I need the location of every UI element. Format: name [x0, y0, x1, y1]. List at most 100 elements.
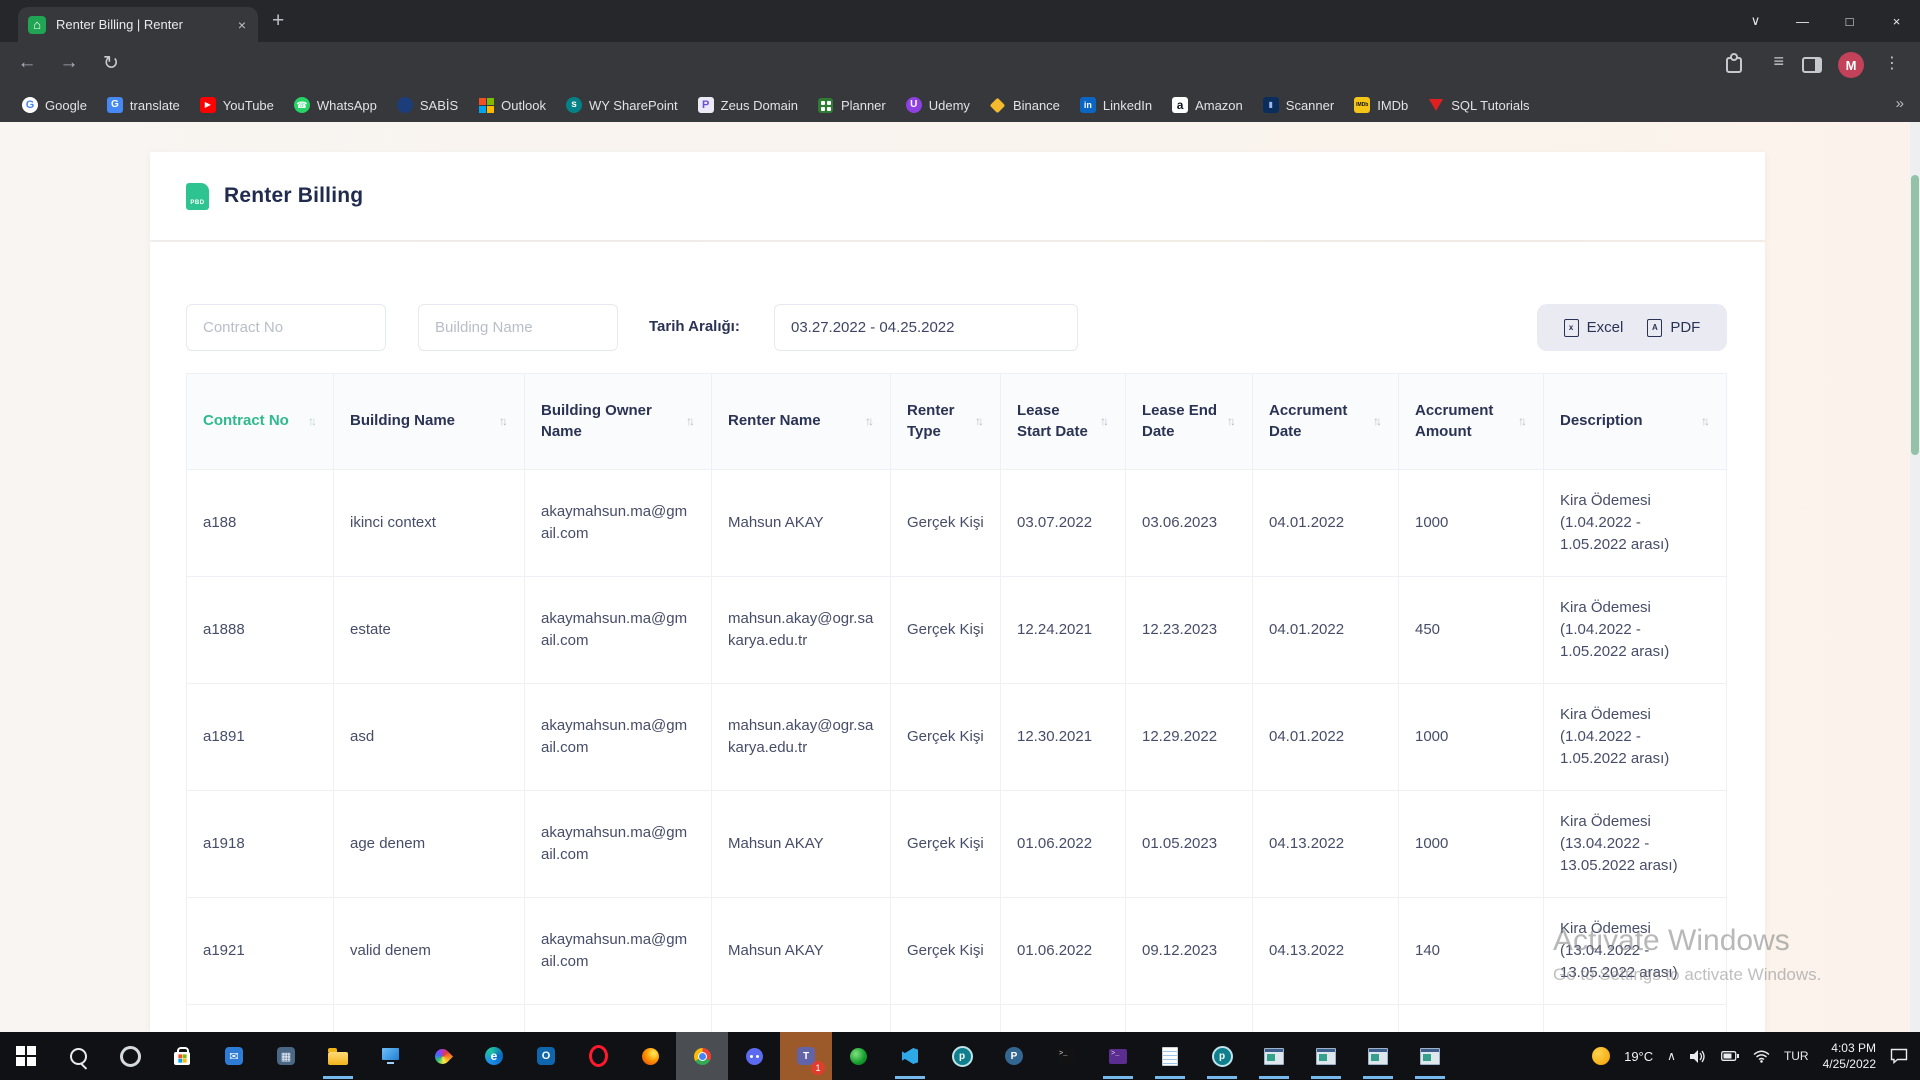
app-window-icon-1[interactable] — [1248, 1032, 1300, 1080]
clock[interactable]: 4:03 PM 4/25/2022 — [1823, 1040, 1876, 1072]
bookmark-sql-tutorials[interactable]: SQL Tutorials — [1418, 94, 1539, 116]
language-indicator[interactable]: TUR — [1784, 1049, 1809, 1063]
bookmark-planner[interactable]: Planner — [808, 94, 896, 116]
bookmark-zeus-domain[interactable]: PZeus Domain — [688, 94, 808, 116]
pgadmin4-icon[interactable]: p — [1196, 1032, 1248, 1080]
building-name-input[interactable] — [418, 304, 618, 351]
weather-temperature[interactable]: 19°C — [1624, 1049, 1653, 1064]
bookmark-udemy[interactable]: UUdemy — [896, 94, 980, 116]
action-center-icon[interactable] — [1890, 1048, 1908, 1064]
page-scrollbar[interactable] — [1910, 122, 1920, 1032]
page-title: Renter Billing — [224, 184, 363, 208]
idm-icon[interactable] — [832, 1032, 884, 1080]
bookmark-linkedin[interactable]: inLinkedIn — [1070, 94, 1162, 116]
store-icon[interactable] — [156, 1032, 208, 1080]
file-explorer-icon[interactable] — [312, 1032, 364, 1080]
bookmark-youtube[interactable]: ▶YouTube — [190, 94, 284, 116]
sort-arrows-icon[interactable]: ↑↓ — [1373, 413, 1382, 429]
bookmark-wy-sharepoint[interactable]: sWY SharePoint — [556, 94, 688, 116]
bookmark-sabi-s[interactable]: SABİS — [387, 94, 468, 116]
browser-tab[interactable]: ⌂ Renter Billing | Renter × — [18, 7, 258, 42]
tab-list-icon[interactable]: ≡ — [1773, 51, 1784, 72]
sort-arrows-icon[interactable]: ↑↓ — [1227, 413, 1236, 429]
tab-search-chevron-icon[interactable]: ∨ — [1732, 0, 1779, 42]
bookmark-whatsapp[interactable]: ☎WhatsApp — [284, 94, 387, 116]
column-header-accrument-date[interactable]: Accrument Date↑↓ — [1253, 374, 1399, 470]
forward-button[interactable]: → — [56, 52, 82, 74]
chrome-icon[interactable] — [676, 1032, 728, 1080]
cmd-terminal-icon[interactable]: >_ — [1040, 1032, 1092, 1080]
sort-arrows-icon[interactable]: ↑↓ — [1701, 413, 1710, 429]
table-cell-building-name: estate — [334, 577, 525, 684]
bookmark-translate[interactable]: Gtranslate — [97, 94, 190, 116]
window-minimize-button[interactable]: — — [1779, 0, 1826, 42]
sort-arrows-icon[interactable]: ↑↓ — [499, 413, 508, 429]
contract-no-input[interactable] — [186, 304, 386, 351]
teams-icon[interactable]: T1 — [780, 1032, 832, 1080]
app-window-icon-3[interactable] — [1352, 1032, 1404, 1080]
column-header-renter-type[interactable]: Renter Type↑↓ — [891, 374, 1001, 470]
column-header-building-owner-name[interactable]: Building Owner Name↑↓ — [525, 374, 712, 470]
sort-arrows-icon[interactable]: ↑↓ — [308, 413, 317, 429]
window-maximize-button[interactable]: □ — [1826, 0, 1873, 42]
app-window-icon-4[interactable] — [1404, 1032, 1456, 1080]
back-button[interactable]: ← — [14, 52, 40, 74]
battery-icon[interactable] — [1721, 1050, 1739, 1062]
bookmark-scanner[interactable]: ▮Scanner — [1253, 94, 1344, 116]
window-close-button[interactable]: × — [1873, 0, 1920, 42]
postgresql-icon[interactable]: P — [988, 1032, 1040, 1080]
date-range-input[interactable] — [774, 304, 1078, 351]
bookmark-amazon[interactable]: aAmazon — [1162, 94, 1253, 116]
opera-icon[interactable] — [572, 1032, 624, 1080]
sort-arrows-icon[interactable]: ↑↓ — [1100, 413, 1109, 429]
connect-display-icon[interactable] — [364, 1032, 416, 1080]
column-header-renter-name[interactable]: Renter Name↑↓ — [712, 374, 891, 470]
excel-export-button[interactable]: x Excel — [1557, 319, 1631, 337]
powershell-terminal-icon[interactable]: >_ — [1092, 1032, 1144, 1080]
search-button[interactable] — [52, 1032, 104, 1080]
bookmark-google[interactable]: GGoogle — [12, 94, 97, 116]
firefox-icon[interactable] — [624, 1032, 676, 1080]
pdf-export-button[interactable]: A PDF — [1640, 319, 1707, 337]
bookmarks-overflow-chevron[interactable]: » — [1896, 95, 1904, 112]
sort-arrows-icon[interactable]: ↑↓ — [1518, 413, 1527, 429]
mail-icon[interactable]: ✉ — [208, 1032, 260, 1080]
table-cell-contract-no: a1918 — [187, 791, 334, 898]
column-header-lease-end-date[interactable]: Lease End Date↑↓ — [1126, 374, 1253, 470]
weather-sun-icon[interactable] — [1592, 1047, 1610, 1065]
volume-icon[interactable] — [1690, 1049, 1707, 1064]
vscode-icon[interactable] — [884, 1032, 936, 1080]
column-header-contract-no[interactable]: Contract No↑↓ — [187, 374, 334, 470]
bookmark-binance[interactable]: Binance — [980, 94, 1070, 116]
reload-button[interactable]: ↻ — [98, 52, 124, 75]
profile-avatar[interactable]: M — [1838, 42, 1864, 88]
bookmark-imdb[interactable]: IMDbIMDb — [1344, 94, 1418, 116]
browser-menu-kebab-icon[interactable]: ⋮ — [1884, 53, 1900, 73]
pgadmin-icon[interactable]: p — [936, 1032, 988, 1080]
column-header-lease-start-date[interactable]: Lease Start Date↑↓ — [1001, 374, 1126, 470]
column-header-description[interactable]: Description↑↓ — [1544, 374, 1727, 470]
discord-icon[interactable] — [728, 1032, 780, 1080]
start-button[interactable] — [0, 1032, 52, 1080]
scrollbar-thumb[interactable] — [1911, 175, 1919, 455]
sort-arrows-icon[interactable]: ↑↓ — [975, 413, 984, 429]
sort-arrows-icon[interactable]: ↑↓ — [686, 413, 695, 429]
calculator-icon[interactable]: ▦ — [260, 1032, 312, 1080]
sort-arrows-icon[interactable]: ↑↓ — [865, 413, 874, 429]
cortana-button[interactable] — [104, 1032, 156, 1080]
notepad-icon[interactable] — [1144, 1032, 1196, 1080]
outlook-icon[interactable]: O — [520, 1032, 572, 1080]
bookmark-outlook[interactable]: Outlook — [468, 94, 556, 116]
side-panel-button[interactable] — [1802, 42, 1822, 88]
tab-close-icon[interactable]: × — [236, 17, 248, 33]
extensions-menu-button[interactable] — [1726, 42, 1742, 88]
column-header-accrument-amount[interactable]: Accrument Amount↑↓ — [1399, 374, 1544, 470]
new-tab-button[interactable]: + — [272, 9, 284, 33]
edge-icon[interactable]: e — [468, 1032, 520, 1080]
paint3d-icon[interactable] — [416, 1032, 468, 1080]
hidden-icons-chevron[interactable]: ∧ — [1667, 1049, 1676, 1063]
wifi-icon[interactable] — [1753, 1050, 1770, 1063]
bookmark-label: SABİS — [420, 98, 458, 113]
app-window-icon-2[interactable] — [1300, 1032, 1352, 1080]
column-header-building-name[interactable]: Building Name↑↓ — [334, 374, 525, 470]
